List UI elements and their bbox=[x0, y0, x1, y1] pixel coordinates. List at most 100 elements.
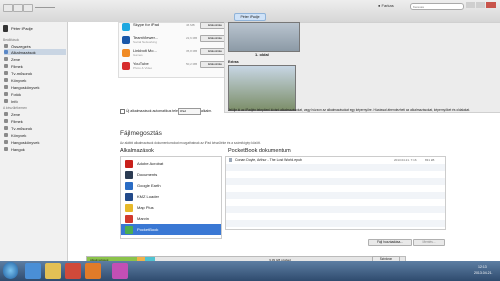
file-app-item[interactable]: Adobe Acrobat bbox=[121, 158, 221, 169]
device-icon bbox=[3, 25, 8, 32]
app-size: 46 MB bbox=[186, 23, 195, 27]
sidebar-item-info[interactable]: Infó bbox=[4, 98, 66, 104]
sidebar-item-label: Filmek bbox=[11, 118, 23, 124]
forward-button[interactable] bbox=[23, 4, 33, 12]
linkbolt-icon bbox=[122, 49, 130, 57]
file-sharing-desc: Az alábbi alkalmazások dokumentumokat mo… bbox=[120, 141, 261, 145]
itunes-icon[interactable] bbox=[112, 263, 128, 279]
file-app-label: Google Earth bbox=[137, 183, 161, 188]
file-app-label: Documents bbox=[137, 172, 158, 177]
play-button[interactable] bbox=[13, 4, 23, 12]
bell-icon bbox=[4, 147, 8, 151]
system-tray bbox=[420, 265, 470, 277]
app-row: TeamViewer... Social Networking 22,6 MB … bbox=[122, 35, 230, 47]
info-icon bbox=[4, 99, 8, 103]
explorer-icon[interactable] bbox=[45, 263, 61, 279]
sidebar-item-label: Zene bbox=[11, 111, 21, 117]
sidebar-item-music[interactable]: Zene bbox=[4, 56, 66, 62]
file-app-item[interactable]: KMZ Loader bbox=[121, 191, 221, 202]
document-row[interactable]: Conan Doyle, Arthur - The Lost World.epu… bbox=[226, 157, 445, 164]
file-app-item[interactable]: Map Plus bbox=[121, 202, 221, 213]
tv-icon bbox=[4, 71, 8, 75]
file-app-item[interactable]: Documents bbox=[121, 169, 221, 180]
add-file-button[interactable]: Fájl hozzáadása... bbox=[368, 239, 412, 246]
chrome-icon[interactable] bbox=[65, 263, 81, 279]
sidebar-item-label: Filmek bbox=[11, 63, 23, 69]
page-label: 1. oldal bbox=[255, 52, 269, 57]
save-file-button[interactable]: Mentés... bbox=[413, 239, 445, 246]
music-icon bbox=[4, 57, 8, 61]
file-app-item[interactable]: Google Earth bbox=[121, 180, 221, 191]
apps-column-header: Alkalmazások bbox=[120, 148, 154, 154]
file-app-label: Map Plus bbox=[137, 205, 154, 210]
marvin-icon bbox=[125, 214, 133, 223]
documents-icon bbox=[125, 170, 133, 179]
sidebar-item-device-movies[interactable]: Filmek bbox=[4, 118, 66, 124]
app-size: 50,2 MB bbox=[186, 62, 198, 66]
empty-row bbox=[226, 192, 445, 199]
ie-icon[interactable] bbox=[25, 263, 41, 279]
documents-list: Conan Doyle, Arthur - The Lost World.epu… bbox=[225, 156, 446, 230]
device-badge[interactable]: Péter iPadje bbox=[234, 13, 266, 21]
music-icon bbox=[4, 112, 8, 116]
itunes-toolbar: Péter iPadje ● Farkas bbox=[0, 0, 500, 23]
sidebar-item-audiobooks[interactable]: Hangoskönyvek bbox=[4, 84, 66, 90]
home-screen-thumb[interactable] bbox=[228, 22, 300, 52]
sidebar-item-movies[interactable]: Filmek bbox=[4, 63, 66, 69]
sidebar-item-device-audiobooks[interactable]: Hangoskönyvek bbox=[4, 139, 66, 145]
clock-date[interactable]: 2013.04.21. bbox=[474, 271, 493, 275]
app-category: Photo & Video bbox=[133, 66, 153, 70]
sidebar-item-device-music[interactable]: Zene bbox=[4, 111, 66, 117]
sidebar-item-label: Hangoskönyvek bbox=[11, 84, 40, 90]
sidebar-item-label: Tv-műsorok bbox=[11, 125, 33, 131]
device-badge-label: Péter iPadje bbox=[240, 15, 260, 19]
sidebar-item-label: Összegzés bbox=[11, 43, 31, 49]
user-label: Farkas bbox=[381, 3, 394, 8]
user-icon: ● bbox=[378, 3, 381, 8]
empty-row bbox=[226, 206, 445, 213]
search-input[interactable] bbox=[410, 3, 464, 10]
google-earth-icon bbox=[125, 181, 133, 190]
skype-icon bbox=[122, 23, 130, 31]
auto-install-checkbox[interactable] bbox=[120, 109, 125, 114]
sidebar-item-photos[interactable]: Fotók bbox=[4, 91, 66, 97]
empty-row bbox=[226, 178, 445, 185]
user-account[interactable]: ● Farkas bbox=[378, 3, 394, 8]
app-size: 22,6 MB bbox=[186, 36, 198, 40]
kmz-loader-icon bbox=[125, 192, 133, 201]
firefox-icon[interactable] bbox=[85, 263, 101, 279]
file-app-label: Marvin bbox=[137, 216, 150, 221]
sidebar-item-device-tv[interactable]: Tv-műsorok bbox=[4, 125, 66, 131]
file-app-item-selected[interactable]: PocketBook bbox=[121, 224, 221, 235]
close-icon[interactable] bbox=[486, 2, 496, 8]
clock-time[interactable]: 12:13 bbox=[478, 265, 487, 269]
auto-install-suffix: alkalm. bbox=[201, 109, 213, 113]
app-size: 35,8 MB bbox=[186, 49, 198, 53]
maximize-icon[interactable] bbox=[476, 2, 485, 8]
sidebar-device-name[interactable]: Péter iPadje bbox=[11, 26, 33, 31]
back-button[interactable] bbox=[3, 4, 13, 12]
window-controls[interactable] bbox=[466, 2, 496, 8]
main-content: Skype for iPad 46 MB Eltávolítás TeamVie… bbox=[68, 22, 500, 261]
file-app-item[interactable]: Marvin bbox=[121, 213, 221, 224]
device-select[interactable]: iPad bbox=[178, 108, 201, 115]
map-plus-icon bbox=[125, 203, 133, 212]
sidebar-item-device-tones[interactable]: Hangok bbox=[4, 146, 66, 152]
sidebar-item-apps[interactable]: Alkalmazások bbox=[4, 49, 66, 55]
file-app-label: KMZ Loader bbox=[137, 194, 160, 199]
docs-column-header: PocketBook dokumentum bbox=[228, 148, 291, 154]
sidebar-item-books[interactable]: Könyvek bbox=[4, 77, 66, 83]
sidebar-item-label: Könyvek bbox=[11, 132, 27, 138]
audiobook-icon bbox=[4, 85, 8, 89]
document-date: 2013.04.21. 7:16 bbox=[394, 158, 417, 162]
photo-icon bbox=[4, 92, 8, 96]
extras-page-thumb[interactable] bbox=[228, 65, 296, 111]
start-button[interactable] bbox=[3, 262, 18, 279]
volume-slider[interactable] bbox=[35, 7, 55, 8]
minimize-icon[interactable] bbox=[466, 2, 475, 8]
app-row: Skype for iPad 46 MB Eltávolítás bbox=[122, 22, 230, 34]
sidebar-item-tv[interactable]: Tv-műsorok bbox=[4, 70, 66, 76]
book-icon bbox=[4, 78, 8, 82]
sidebar-item-device-books[interactable]: Könyvek bbox=[4, 132, 66, 138]
tv-icon bbox=[4, 126, 8, 130]
